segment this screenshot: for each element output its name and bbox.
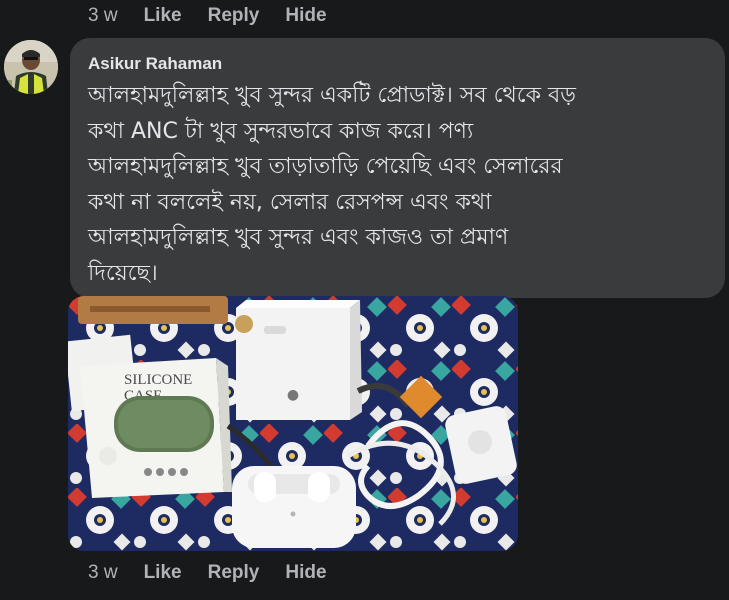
comment-actions-top: 3 w Like Reply Hide bbox=[88, 5, 353, 27]
airpods-case bbox=[232, 466, 356, 548]
airpods-box: ● bbox=[236, 300, 362, 420]
silicone-case-box: SILICONE CASE bbox=[80, 358, 232, 498]
avatar[interactable] bbox=[4, 40, 58, 94]
timestamp[interactable]: 3 w bbox=[88, 5, 118, 27]
comment-bubble: Asikur Rahaman আলহামদুলিল্লাহ খুব সুন্দর… bbox=[70, 38, 725, 298]
comment-thread: 3 w Like Reply Hide Asikur Rahaman আলহাম… bbox=[0, 0, 729, 600]
comment-text-line: আলহামদুলিল্লাহ খুব সুন্দর একটি প্রোডাক্ট… bbox=[88, 83, 576, 108]
reply-button[interactable]: Reply bbox=[208, 5, 260, 27]
comment-attachment-photo[interactable]: SILICONE CASE ● bbox=[68, 296, 518, 551]
case-label-line1: SILICONE bbox=[124, 372, 192, 388]
comment-text-line: কথা না বললেই নয়, সেলার রেসপন্স এবং কথা bbox=[88, 189, 492, 215]
product-photo: SILICONE CASE ● bbox=[68, 296, 518, 551]
timestamp[interactable]: 3 w bbox=[88, 562, 118, 584]
hide-button[interactable]: Hide bbox=[285, 562, 326, 584]
comment-text: আলহামদুলিল্লাহ খুব সুন্দর একটি প্রোডাক্ট… bbox=[88, 78, 708, 291]
comment-actions: 3 w Like Reply Hide bbox=[88, 562, 353, 584]
profile-photo bbox=[4, 40, 58, 94]
hide-button[interactable]: Hide bbox=[285, 5, 326, 27]
comment-author[interactable]: Asikur Rahaman bbox=[88, 54, 222, 74]
comment-text-line: কথা ANC টা খুব সুন্দরভাবে কাজ করে। পণ্য bbox=[88, 118, 474, 144]
comment-text-line: দিয়েছে। bbox=[88, 260, 158, 286]
like-button[interactable]: Like bbox=[144, 5, 182, 27]
like-button[interactable]: Like bbox=[144, 562, 182, 584]
comment-text-line: আলহামদুলিল্লাহ খুব সুন্দর এবং কাজও তা প্… bbox=[88, 225, 509, 250]
reply-button[interactable]: Reply bbox=[208, 562, 260, 584]
svg-text:●: ● bbox=[287, 387, 299, 403]
comment-text-line: আলহামদুলিল্লাহ খুব তাড়াতাড়ি পেয়েছি এব… bbox=[88, 154, 563, 179]
